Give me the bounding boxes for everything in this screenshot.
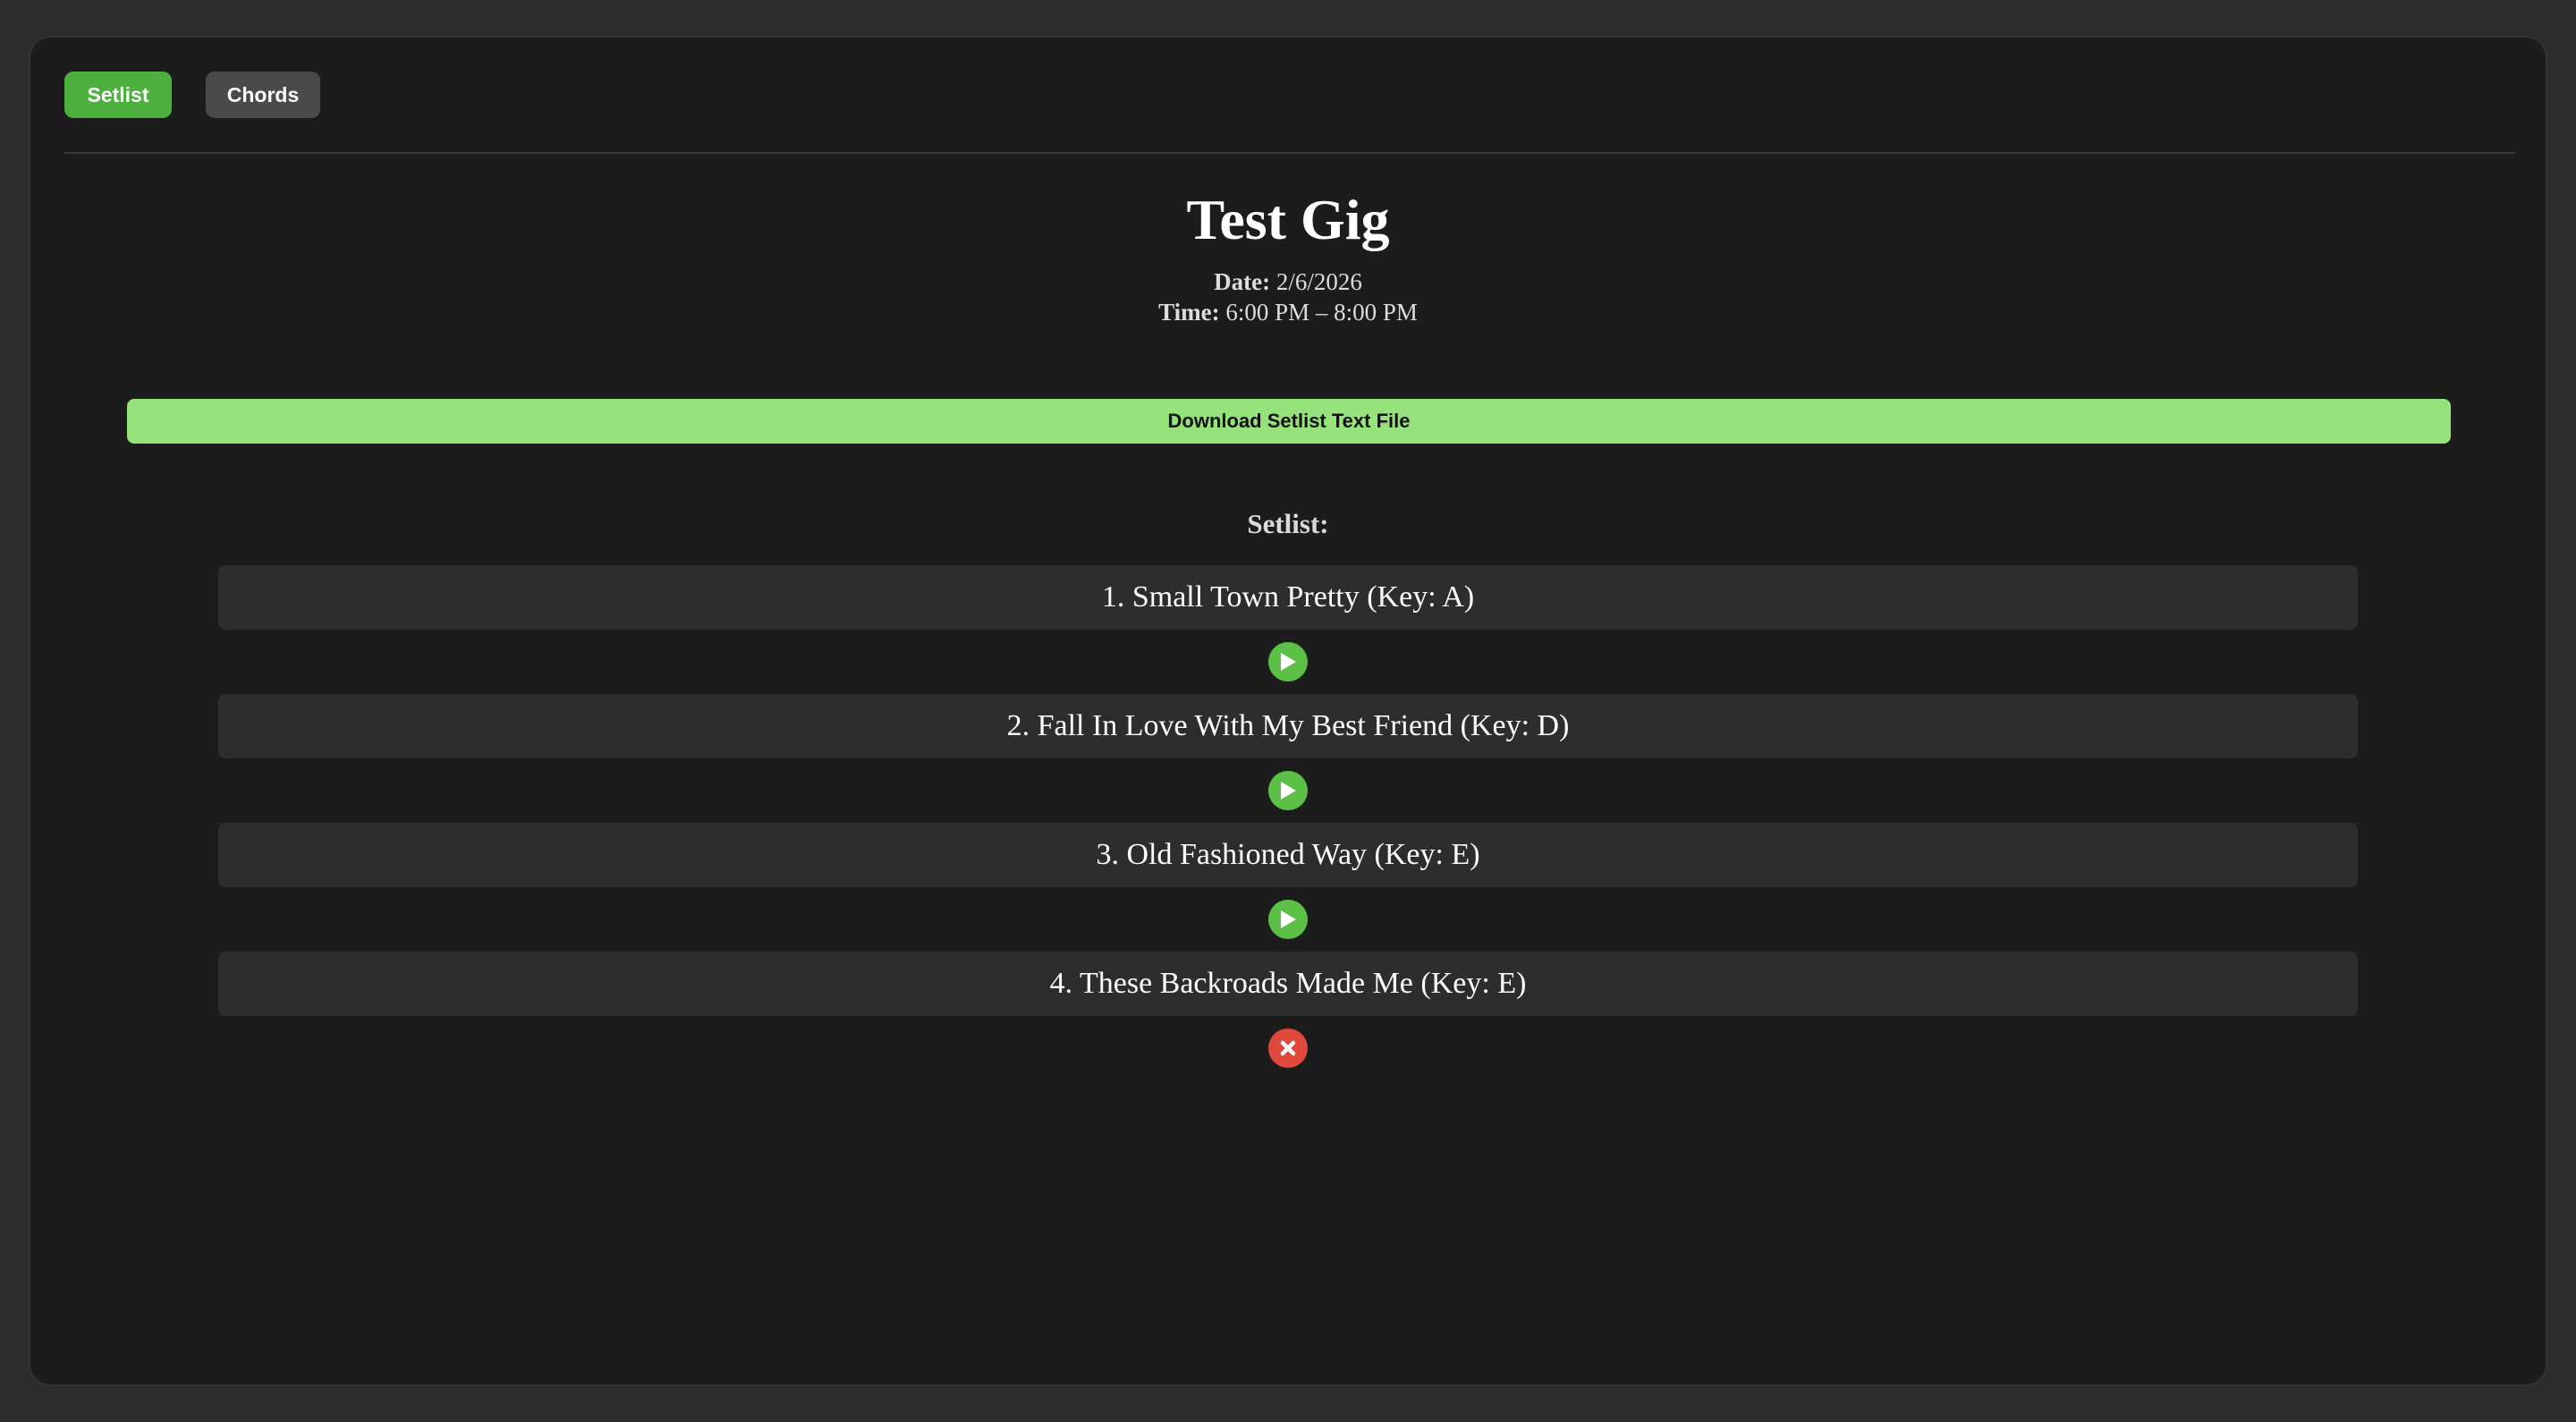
gig-date: Date: 2/6/2026 <box>30 267 2546 297</box>
remove-icon[interactable] <box>1268 1028 1308 1068</box>
song-control-4 <box>218 1016 2358 1080</box>
song-control-3 <box>218 887 2358 952</box>
page-title: Test Gig <box>1186 188 1390 251</box>
tab-chords[interactable]: Chords <box>206 72 320 118</box>
song-row-2[interactable]: 2. Fall In Love With My Best Friend (Key… <box>218 694 2358 758</box>
download-setlist-button[interactable]: Download Setlist Text File <box>127 399 2451 444</box>
play-icon[interactable] <box>1268 771 1308 810</box>
gig-header: Test Gig Date: 2/6/2026 Time: 6:00 PM – … <box>30 191 2546 327</box>
song-row-4[interactable]: 4. These Backroads Made Me (Key: E) <box>218 952 2358 1016</box>
song-control-1 <box>218 630 2358 694</box>
time-value: 6:00 PM – 8:00 PM <box>1225 299 1418 326</box>
song-row-1[interactable]: 1. Small Town Pretty (Key: A) <box>218 565 2358 630</box>
time-label: Time: <box>1158 299 1220 326</box>
song-list: 1. Small Town Pretty (Key: A) 2. Fall In… <box>218 565 2358 1080</box>
play-icon[interactable] <box>1268 642 1308 681</box>
setlist-heading: Setlist: <box>1247 508 1329 539</box>
tab-bar: Setlist Chords <box>64 72 2515 154</box>
tab-setlist[interactable]: Setlist <box>64 72 172 118</box>
song-control-2 <box>218 758 2358 823</box>
song-row-3[interactable]: 3. Old Fashioned Way (Key: E) <box>218 823 2358 887</box>
gig-time: Time: 6:00 PM – 8:00 PM <box>30 297 2546 327</box>
date-value: 2/6/2026 <box>1275 268 1362 295</box>
app-window: Setlist Chords Test Gig Date: 2/6/2026 T… <box>29 36 2547 1386</box>
date-label: Date: <box>1214 268 1271 295</box>
play-icon[interactable] <box>1268 900 1308 939</box>
